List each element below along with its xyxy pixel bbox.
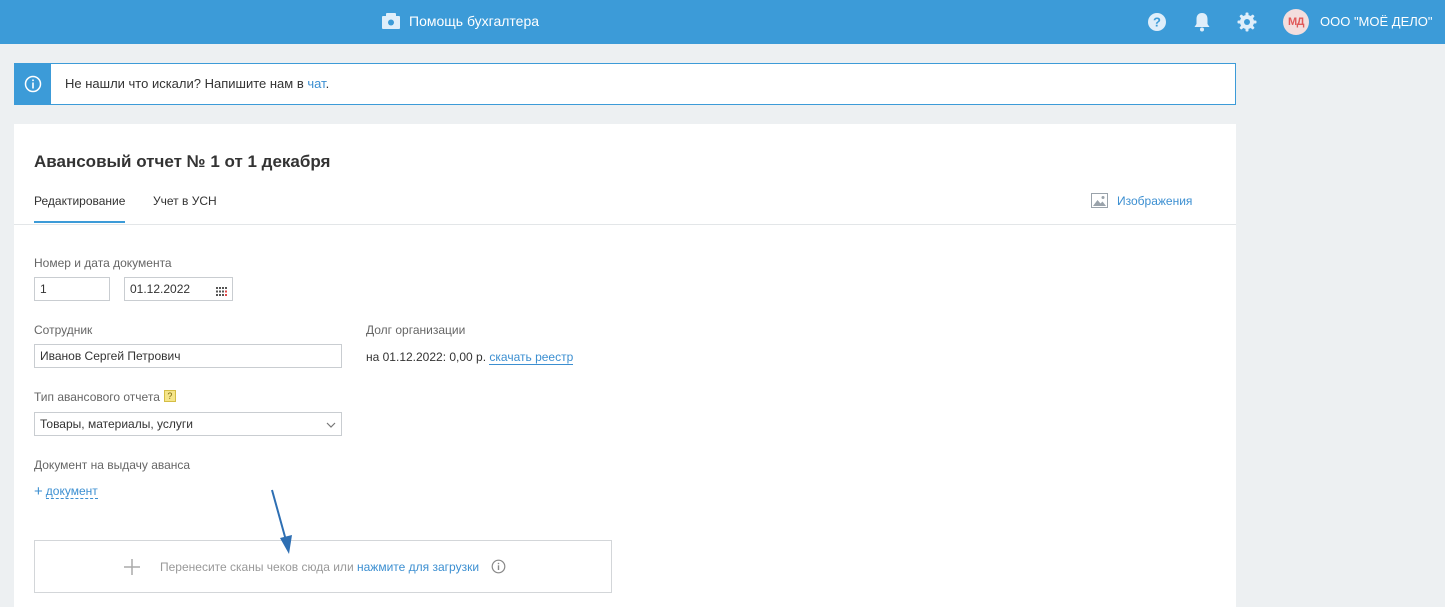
debt-label: Долг организации <box>366 323 466 337</box>
images-link[interactable]: Изображения <box>1091 193 1192 208</box>
image-icon <box>1091 193 1108 208</box>
banner-message: Не нашли что искали? Напишите нам в <box>65 76 308 91</box>
info-icon <box>14 63 51 105</box>
document-date-value: 01.12.2022 <box>130 282 191 296</box>
info-banner: Не нашли что искали? Напишите нам в чат. <box>14 63 1236 105</box>
number-date-label: Номер и дата документа <box>34 256 172 270</box>
organization-name[interactable]: ООО "МОЁ ДЕЛО" <box>1320 14 1433 29</box>
gear-icon[interactable] <box>1237 12 1257 32</box>
page-title: Авансовый отчет № 1 от 1 декабря <box>34 152 331 171</box>
avatar[interactable]: МД <box>1283 9 1309 35</box>
upload-link[interactable]: нажмите для загрузки <box>357 560 479 574</box>
upload-plus-icon[interactable] <box>122 557 142 577</box>
dropzone-text: Перенесите сканы чеков сюда или нажмите … <box>160 560 479 574</box>
help-icon[interactable]: ? <box>1147 12 1167 32</box>
add-document-label: документ <box>45 484 98 499</box>
calendar-icon[interactable] <box>216 285 227 296</box>
document-card: Авансовый отчет № 1 от 1 декабря Редакти… <box>14 124 1236 607</box>
document-number-input[interactable]: 1 <box>34 277 110 301</box>
report-type-help-icon[interactable]: ? <box>163 390 176 402</box>
debt-info: на 01.12.2022: 0,00 р. скачать реестр <box>366 350 574 365</box>
images-label: Изображения <box>1117 193 1193 208</box>
report-type-value: Товары, материалы, услуги <box>40 417 193 431</box>
download-registry-link[interactable]: скачать реестр <box>489 350 574 365</box>
document-date-input[interactable]: 01.12.2022 <box>124 277 233 301</box>
dropzone-info-icon[interactable] <box>491 559 506 574</box>
report-type-label-text: Тип авансового отчета <box>34 390 160 404</box>
tabs-divider <box>14 224 1236 225</box>
tab-editing[interactable]: Редактирование <box>34 194 126 223</box>
employee-label: Сотрудник <box>34 323 93 337</box>
accountant-help-icon <box>382 13 400 29</box>
bell-icon[interactable] <box>1192 12 1212 32</box>
employee-input[interactable]: Иванов Сергей Петрович <box>34 344 342 368</box>
debt-value: на 01.12.2022: 0,00 р. <box>366 350 490 364</box>
accountant-help-label: Помощь бухгалтера <box>409 13 540 29</box>
tab-usn-accounting[interactable]: Учет в УСН <box>153 194 217 208</box>
report-type-label: Тип авансового отчета? <box>34 390 176 404</box>
banner-text: Не нашли что искали? Напишите нам в чат. <box>65 76 329 91</box>
receipt-scan-dropzone[interactable]: Перенесите сканы чеков сюда или нажмите … <box>34 540 612 593</box>
svg-text:?: ? <box>1153 15 1161 30</box>
plus-icon: + <box>34 482 43 500</box>
chevron-down-icon <box>326 417 336 431</box>
top-bar: Помощь бухгалтера ? МД ООО "МОЁ ДЕЛО" <box>0 0 1445 44</box>
add-document-button[interactable]: + документ <box>34 484 98 499</box>
report-type-select[interactable]: Товары, материалы, услуги <box>34 412 342 436</box>
advance-document-label: Документ на выдачу аванса <box>34 458 191 472</box>
chat-link[interactable]: чат <box>307 76 325 91</box>
dropzone-hint: Перенесите сканы чеков сюда или <box>160 560 357 574</box>
banner-suffix: . <box>325 76 330 91</box>
accountant-help-link[interactable]: Помощь бухгалтера <box>382 11 539 31</box>
